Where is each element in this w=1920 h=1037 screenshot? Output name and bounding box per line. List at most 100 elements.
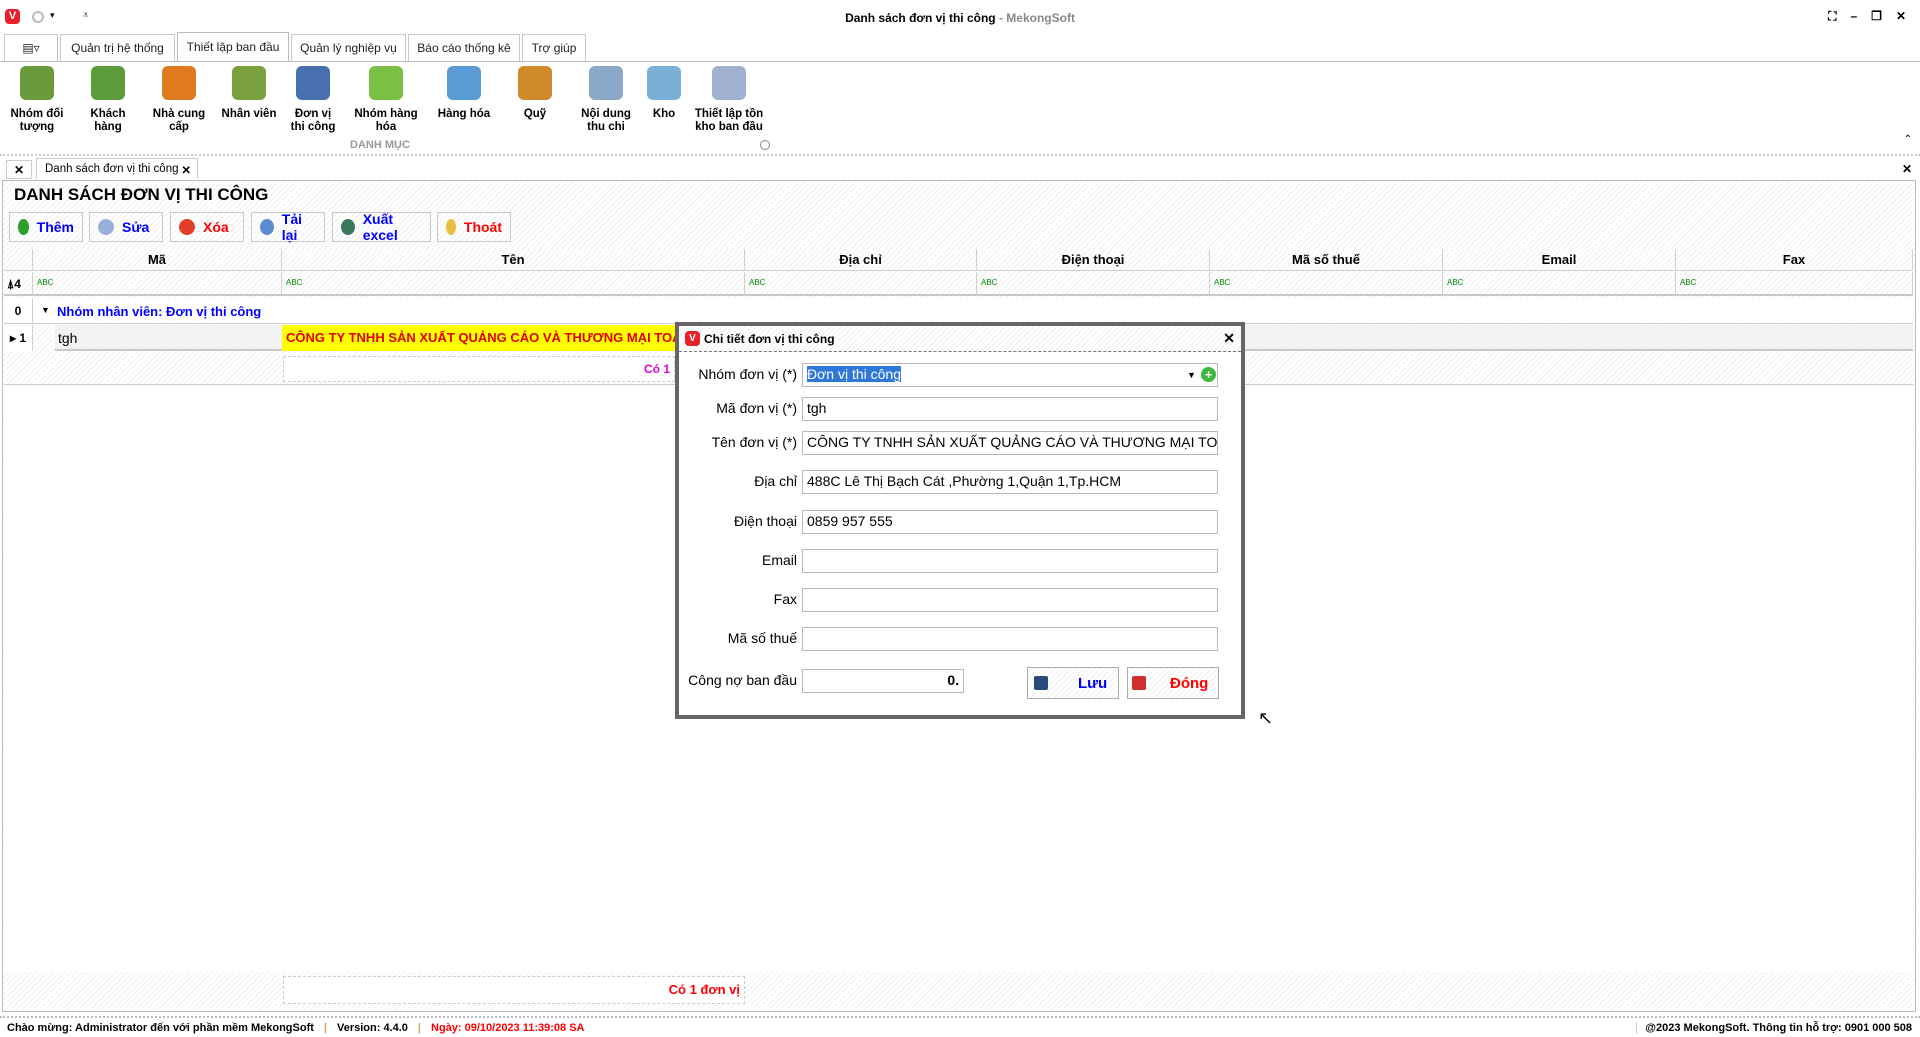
toolbar-button[interactable]: Tải lại: [251, 211, 325, 243]
ribbon-item[interactable]: Thiết lập tồn kho ban đầu: [694, 66, 764, 134]
tab-thiet-lap[interactable]: Thiết lập ban đầu: [177, 32, 289, 61]
ribbon-item[interactable]: Hàng hóa: [429, 66, 499, 121]
dropdown-arrow-icon[interactable]: ▼: [1187, 370, 1196, 380]
ribbon-item-label: Quỹ: [523, 108, 547, 120]
close-doc-icon[interactable]: ✕: [1902, 162, 1912, 176]
ribbon-divider: [0, 61, 1920, 62]
ribbon-item[interactable]: Nhân viên: [214, 66, 284, 121]
field-label: Email: [761, 552, 797, 568]
group-row[interactable]: [4, 298, 1913, 324]
ribbon-group-expand-icon[interactable]: [760, 140, 770, 150]
close-red-icon: [1132, 676, 1146, 690]
group-expand-icon[interactable]: ▼: [41, 305, 50, 315]
field-input[interactable]: CÔNG TY TNHH SẢN XUẤT QUẢNG CÁO VÀ THƯƠN…: [802, 431, 1218, 455]
ribbon-item-label: Khách: [90, 108, 126, 120]
field-input[interactable]: Đơn vị thi công: [802, 363, 1218, 387]
field-input[interactable]: 0859 957 555: [802, 510, 1218, 534]
column-header[interactable]: Điện thoại: [977, 249, 1210, 271]
filter-cell[interactable]: ABC: [282, 272, 745, 296]
field-label: Mã số thuế: [727, 630, 797, 646]
row-indicator-header: [4, 249, 33, 271]
status-welcome: Chào mừng: Administrator đến với phần mề…: [7, 1021, 314, 1034]
tab-bao-cao[interactable]: Báo cáo thống kê: [408, 34, 520, 61]
tab-tro-giup[interactable]: Trợ giúp: [522, 34, 586, 61]
toolbar-label: Xuất excel: [362, 211, 398, 243]
tab-quan-tri[interactable]: Quản trị hệ thống: [60, 34, 175, 61]
filter-cell[interactable]: ABC: [1210, 272, 1443, 296]
column-header[interactable]: Email: [1443, 249, 1676, 271]
close-all-tabs-button[interactable]: ✕: [6, 160, 32, 179]
field-input[interactable]: 488C Lê Thị Bạch Cát ,Phường 1,Quận 1,Tp…: [802, 470, 1218, 494]
toolbar-label: Xóa: [203, 219, 229, 235]
minimize-button[interactable]: –: [1850, 9, 1857, 24]
restore-button[interactable]: ❐: [1871, 9, 1882, 24]
status-date: Ngày: 09/10/2023 11:39:08 SA: [431, 1021, 585, 1034]
toolbar-label: Thoát: [463, 219, 502, 235]
filter-cell[interactable]: ABC: [33, 272, 282, 296]
toolbar-button[interactable]: Sửa: [89, 212, 163, 242]
column-header[interactable]: Mã: [33, 249, 282, 271]
ribbon-item-label: Kho: [652, 108, 676, 120]
ribbon-item[interactable]: Nhà cung cấp: [144, 66, 214, 134]
filter-abc-icon: ABC: [37, 278, 54, 287]
title-brand: - MekongSoft: [995, 11, 1075, 25]
group-row-num: 0: [4, 298, 33, 324]
toolbar-button[interactable]: Xuất excel: [332, 211, 431, 243]
cell-ten[interactable]: CÔNG TY TNHH SẢN XUẤT QUẢNG CÁO VÀ THƯƠN…: [282, 325, 675, 351]
field-input[interactable]: 0.: [802, 669, 964, 693]
dialog-title: Chi tiết đơn vị thi công: [704, 331, 835, 346]
toolbar-button[interactable]: Thoát: [437, 212, 511, 242]
save-button[interactable]: Lưu: [1027, 667, 1119, 699]
filter-abc-icon: ABC: [1680, 278, 1697, 287]
field-input[interactable]: [802, 588, 1218, 612]
ribbon-item-label2: hóa: [375, 121, 397, 133]
close-button[interactable]: ✕: [1896, 9, 1906, 24]
filter-cell[interactable]: ABC: [1676, 272, 1913, 296]
ribbon-item[interactable]: Nhóm đối tượng: [2, 66, 72, 134]
column-header[interactable]: Fax: [1676, 249, 1913, 271]
ribbon-item[interactable]: Khách hàng: [73, 66, 143, 134]
column-header[interactable]: Tên: [282, 249, 745, 271]
ribbon-item[interactable]: Nhóm hàng hóa: [351, 66, 421, 134]
ribbon-item-icon: [647, 66, 681, 100]
field-input[interactable]: [802, 627, 1218, 651]
ribbon-collapse-icon[interactable]: ⌃: [1904, 134, 1912, 145]
ribbon-item[interactable]: Đơn vị thi công: [278, 66, 348, 134]
footer-summary: Có 1 đơn vị: [283, 976, 745, 1004]
field-label: Địa chỉ: [754, 473, 797, 489]
fullscreen-icon[interactable]: ⛶: [1828, 9, 1836, 24]
filter-cell[interactable]: ABC: [745, 272, 977, 296]
column-header[interactable]: Mã số thuế: [1210, 249, 1443, 271]
filter-cell[interactable]: ABC: [977, 272, 1210, 296]
title-text: Danh sách đơn vị thi công: [845, 11, 996, 25]
field-value: CÔNG TY TNHH SẢN XUẤT QUẢNG CÁO VÀ THƯƠN…: [807, 434, 1218, 450]
ribbon-item-label: Nhà cung: [152, 108, 206, 120]
ribbon-item-label: Nhân viên: [221, 108, 277, 120]
doc-tab-close-icon[interactable]: ✕: [181, 163, 191, 177]
toolbar-icon: [98, 219, 114, 235]
dialog-close-icon[interactable]: ✕: [1223, 330, 1235, 347]
doc-tab[interactable]: Danh sách đơn vị thi công ✕: [36, 158, 198, 179]
ribbon-item[interactable]: Kho: [629, 66, 699, 121]
filter-cell[interactable]: ABC: [1443, 272, 1676, 296]
field-input[interactable]: tgh: [802, 397, 1218, 421]
field-label: Mã đơn vị (*): [716, 400, 797, 416]
ribbon-group-label: DANH MỤC: [350, 139, 410, 151]
dialog-logo: V: [685, 331, 700, 346]
ribbon-item-label2: thu chi: [587, 121, 625, 133]
tab-quan-ly[interactable]: Quản lý nghiệp vụ: [291, 34, 406, 61]
add-group-icon[interactable]: +: [1201, 367, 1216, 382]
cell-ma[interactable]: tgh: [58, 325, 77, 351]
toolbar-button[interactable]: Xóa: [170, 212, 244, 242]
app-menu-button[interactable]: ▤▿: [4, 34, 58, 61]
filter-abc-icon: ABC: [749, 278, 766, 287]
field-input[interactable]: [802, 549, 1218, 573]
ribbon-item-label2: kho ban đầu: [695, 121, 763, 133]
toolbar-button[interactable]: Thêm: [9, 212, 83, 242]
page-title: DANH SÁCH ĐƠN VỊ THI CÔNG: [14, 185, 269, 204]
close-dialog-button[interactable]: Đóng: [1127, 667, 1219, 699]
column-header[interactable]: Địa chỉ: [745, 249, 977, 271]
ribbon-item[interactable]: Quỹ: [500, 66, 570, 121]
window-title: Danh sách đơn vị thi công - MekongSoft: [0, 11, 1920, 25]
row-num: ▸ 1: [4, 325, 33, 351]
